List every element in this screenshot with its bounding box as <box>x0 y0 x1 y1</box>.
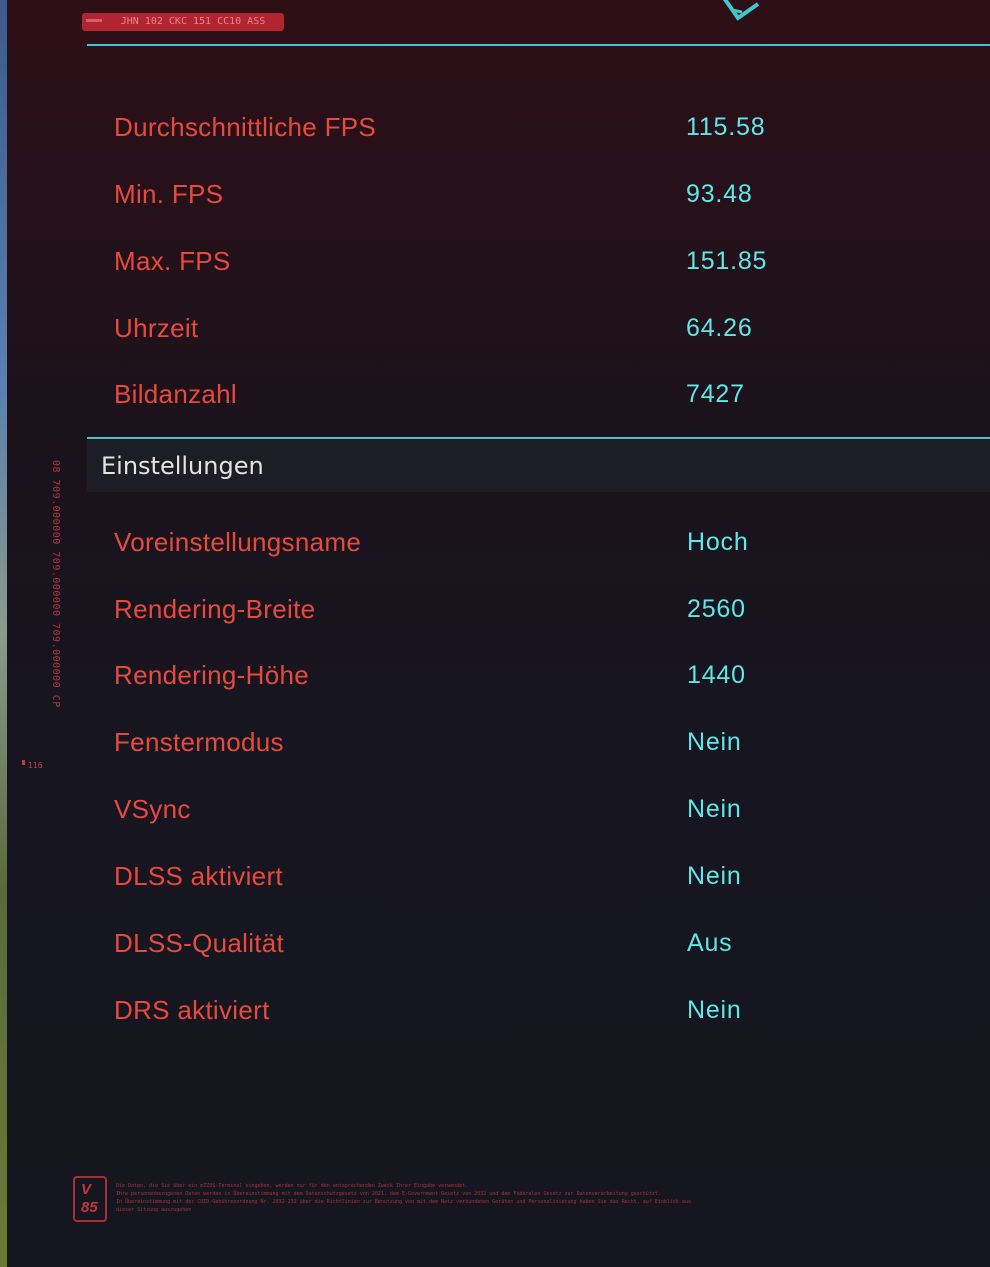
setting-row-dlss-enabled: DLSS aktiviert Nein <box>114 856 974 896</box>
stat-label: Uhrzeit <box>114 313 199 343</box>
side-marker <box>22 760 25 765</box>
tag-decor <box>86 19 102 22</box>
header-tag: JHN 102 CKC 151 CC10 ASS <box>82 13 284 31</box>
side-code-text: 08 709.000000 709.000000 709.000000 CP <box>50 460 61 708</box>
setting-value: Hoch <box>687 528 749 556</box>
stat-row-frame-count: Bildanzahl 7427 <box>114 374 974 414</box>
setting-value: Nein <box>687 862 742 890</box>
version-badge: V 85 <box>73 1176 107 1222</box>
setting-row-render-height: Rendering-Höhe 1440 <box>114 655 974 695</box>
stat-label: Durchschnittliche FPS <box>114 112 377 142</box>
setting-value: Nein <box>687 996 742 1024</box>
setting-label: Fenstermodus <box>114 727 284 757</box>
header-divider <box>87 44 990 46</box>
setting-row-drs-enabled: DRS aktiviert Nein <box>114 990 974 1030</box>
stat-value: 64.26 <box>686 314 753 342</box>
stat-value: 115.58 <box>686 113 766 141</box>
setting-row-preset: Voreinstellungsname Hoch <box>114 522 974 562</box>
setting-row-window-mode: Fenstermodus Nein <box>114 722 974 762</box>
footer-line: Die Daten, die Sie über ein mZZOS-Termin… <box>116 1183 469 1189</box>
setting-row-vsync: VSync Nein <box>114 789 974 829</box>
stat-value: 93.48 <box>686 180 753 208</box>
footer-line: Ihre personenbezogenen Daten werden in Ü… <box>116 1191 661 1197</box>
setting-label: VSync <box>114 794 191 824</box>
setting-label: DLSS-Qualität <box>114 928 285 958</box>
stat-label: Min. FPS <box>114 179 224 209</box>
stat-label: Bildanzahl <box>114 379 237 409</box>
setting-value: Nein <box>687 728 742 756</box>
stat-row-time: Uhrzeit 64.26 <box>114 308 974 348</box>
stat-value: 7427 <box>686 380 745 408</box>
stat-label: Max. FPS <box>114 246 231 276</box>
setting-value: 2560 <box>687 595 746 623</box>
footer-disclaimer: Die Daten, die Sie über ein mZZOS-Termin… <box>116 1182 796 1214</box>
stat-row-min-fps: Min. FPS 93.48 <box>114 174 974 214</box>
badge-line-2: 85 <box>81 1199 98 1216</box>
header-tag-text: JHN 102 CKC 151 CC10 ASS <box>120 16 266 27</box>
setting-label: Rendering-Breite <box>114 594 316 624</box>
settings-title: Einstellungen <box>101 452 264 480</box>
stat-value: 151.85 <box>686 247 768 275</box>
setting-row-render-width: Rendering-Breite 2560 <box>114 589 974 629</box>
side-number: 116 <box>28 761 43 770</box>
logo-icon <box>722 0 760 21</box>
stat-row-max-fps: Max. FPS 151.85 <box>114 241 974 281</box>
stat-row-avg-fps: Durchschnittliche FPS 115.58 <box>114 107 974 147</box>
setting-row-dlss-quality: DLSS-Qualität Aus <box>114 923 974 963</box>
footer-line: In Übereinstimmung mit der CUID-Gebühren… <box>116 1199 691 1205</box>
setting-label: DRS aktiviert <box>114 995 270 1025</box>
section-divider <box>87 437 990 439</box>
setting-label: DLSS aktiviert <box>114 861 283 891</box>
setting-value: Nein <box>687 795 742 823</box>
setting-label: Voreinstellungsname <box>114 527 362 557</box>
setting-value: Aus <box>687 929 733 957</box>
setting-label: Rendering-Höhe <box>114 660 309 690</box>
setting-value: 1440 <box>687 661 746 689</box>
badge-line-1: V <box>81 1181 92 1198</box>
footer-line: dieser Sitzung auszugehen <box>116 1207 192 1213</box>
settings-section-header: Einstellungen <box>87 440 990 492</box>
